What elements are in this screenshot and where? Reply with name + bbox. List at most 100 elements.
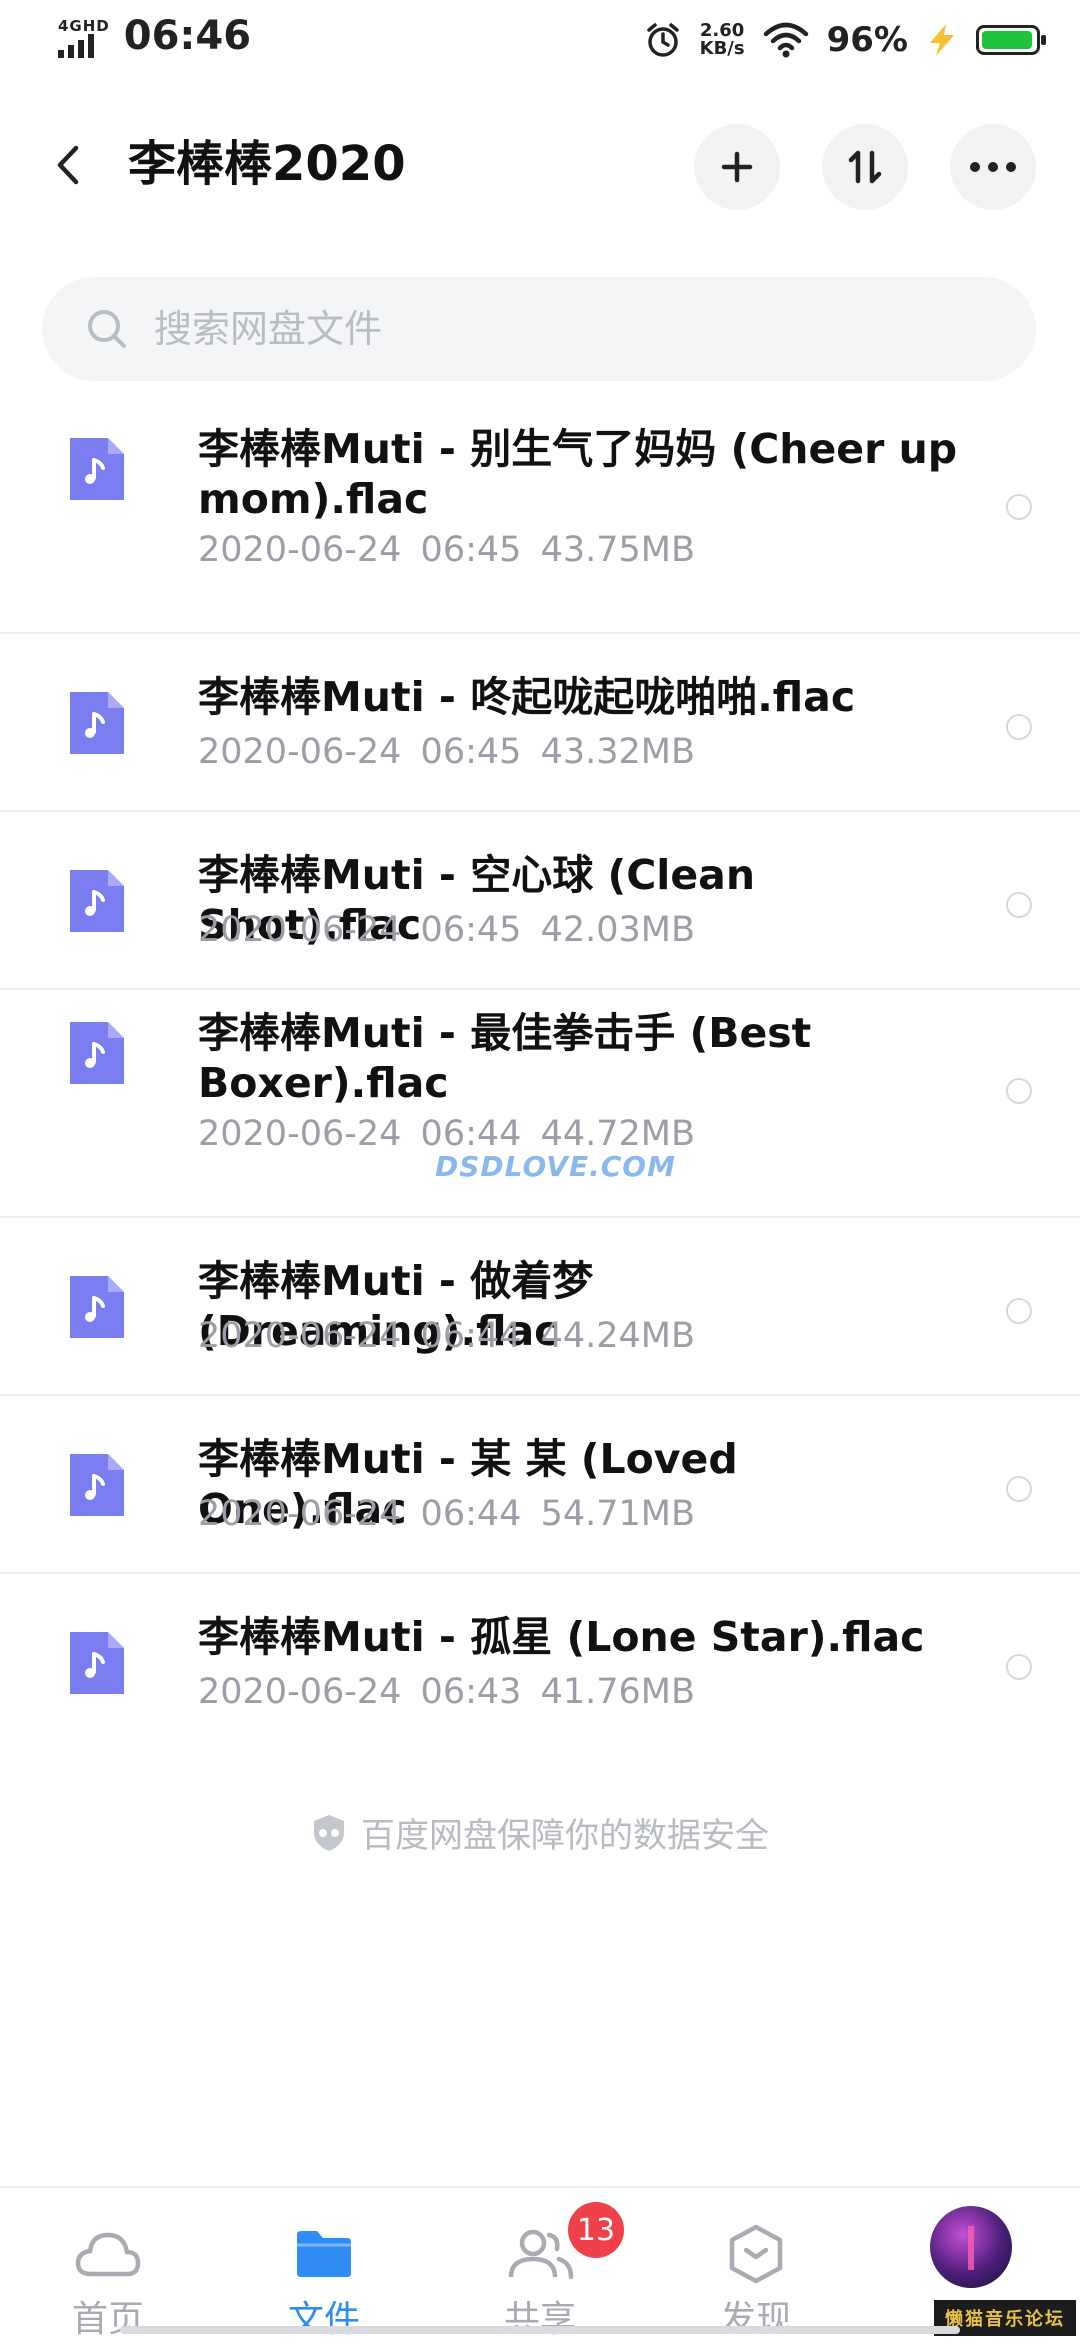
music-file-icon <box>70 692 124 754</box>
add-icon <box>721 151 753 183</box>
file-time: 06:45 <box>420 530 522 570</box>
search-icon <box>88 310 126 348</box>
file-name: 李棒棒Muti - 最佳拳击手 (Best Boxer).flac <box>198 1009 812 1107</box>
file-row[interactable]: 李棒棒Muti - 别生气了妈妈 (Cheer up mom).flac 202… <box>0 406 1080 634</box>
file-meta: 2020-06-24 06:44 54.71MB <box>198 1492 695 1536</box>
sort-button[interactable] <box>822 124 908 210</box>
home-indicator[interactable] <box>120 2326 960 2334</box>
file-time: 06:44 <box>420 1494 522 1534</box>
tab-discover[interactable]: 发现 <box>656 2188 856 2342</box>
tab-home-label: 首页 <box>71 2299 144 2340</box>
file-meta: 2020-06-24 06:45 43.75MB <box>198 528 695 572</box>
file-time: 06:43 <box>420 1672 522 1712</box>
file-time: 06:45 <box>420 732 522 772</box>
tab-share-icon-wrap <box>505 2222 575 2286</box>
discover-icon <box>729 2224 783 2284</box>
file-size: 44.72MB <box>540 1114 695 1154</box>
music-file-icon <box>70 1454 124 1516</box>
file-list: 李棒棒Muti - 别生气了妈妈 (Cheer up mom).flac 202… <box>0 406 1080 1752</box>
file-meta: 2020-06-24 06:45 43.32MB <box>198 730 695 774</box>
signal-indicator: 4GHD <box>58 18 110 58</box>
more-icon <box>970 162 1016 172</box>
music-file-icon <box>70 438 124 500</box>
avatar[interactable] <box>930 2206 1012 2288</box>
file-time: 06:44 <box>420 1316 522 1356</box>
file-date: 2020-06-24 <box>198 1316 402 1356</box>
file-row[interactable]: 李棒棒Muti - 做着梦 (Dreaming).flac 2020-06-24… <box>0 1218 1080 1396</box>
music-file-icon <box>70 870 124 932</box>
file-time: 06:44 <box>420 1114 522 1154</box>
file-size: 54.71MB <box>540 1494 695 1534</box>
shield-icon <box>314 1814 344 1851</box>
chevron-left-icon <box>57 145 79 185</box>
select-checkbox[interactable] <box>1006 1476 1032 1502</box>
music-file-icon <box>70 1632 124 1694</box>
file-meta: 2020-06-24 06:43 41.76MB <box>198 1670 695 1714</box>
security-note-text: 百度网盘保障你的数据安全 <box>361 1816 769 1856</box>
network-type-label: 4GHD <box>58 17 110 35</box>
select-checkbox[interactable] <box>1006 1654 1032 1680</box>
file-date: 2020-06-24 <box>198 1672 402 1712</box>
file-size: 44.24MB <box>540 1316 695 1356</box>
signal-icon <box>58 34 94 58</box>
network-speed-unit: KB/s <box>699 38 745 59</box>
select-checkbox[interactable] <box>1006 1298 1032 1324</box>
file-date: 2020-06-24 <box>198 910 402 950</box>
file-date: 2020-06-24 <box>198 732 402 772</box>
status-left: 4GHD 06:46 <box>58 14 251 58</box>
watermark-text: DSDLOVE.COM <box>435 1150 676 1183</box>
notification-badge: 13 <box>568 2202 624 2258</box>
file-size: 43.75MB <box>540 530 695 570</box>
tab-discover-label: 发现 <box>719 2299 792 2340</box>
file-size: 42.03MB <box>540 910 695 950</box>
network-speed: 2.60 KB/s <box>700 22 745 58</box>
status-right: 2.60 KB/s 96% <box>644 20 1046 60</box>
file-row[interactable]: 李棒棒Muti - 孤星 (Lone Star).flac 2020-06-24… <box>0 1574 1080 1752</box>
file-row[interactable]: 李棒棒Muti - 最佳拳击手 (Best Boxer).flac 2020-0… <box>0 990 1080 1218</box>
file-row[interactable]: 李棒棒Muti - 某 某 (Loved One).flac 2020-06-2… <box>0 1396 1080 1574</box>
tab-home-icon-wrap <box>75 2222 141 2286</box>
music-file-icon <box>70 1022 124 1084</box>
file-size: 41.76MB <box>540 1672 695 1712</box>
select-checkbox[interactable] <box>1006 494 1032 520</box>
back-button[interactable] <box>50 140 90 190</box>
file-row[interactable]: 李棒棒Muti - 空心球 (Clean Shot).flac 2020-06-… <box>0 812 1080 990</box>
file-date: 2020-06-24 <box>198 1114 402 1154</box>
tab-files-label: 文件 <box>287 2299 360 2340</box>
tab-discover-icon-wrap <box>728 2222 784 2286</box>
tab-files[interactable]: 文件 <box>224 2188 424 2342</box>
file-date: 2020-06-24 <box>198 1494 402 1534</box>
file-name: 李棒棒Muti - 孤星 (Lone Star).flac <box>198 1613 925 1661</box>
header-bar: 李棒棒2020 <box>0 90 1080 240</box>
select-checkbox[interactable] <box>1006 1078 1032 1104</box>
file-row[interactable]: 李棒棒Muti - 咚起咙起咙啪啪.flac 2020-06-24 06:45 … <box>0 634 1080 812</box>
charging-icon <box>930 24 954 56</box>
file-size: 43.32MB <box>540 732 695 772</box>
status-bar: 4GHD 06:46 2.60 KB/s 96% <box>0 0 1080 90</box>
add-button[interactable] <box>694 124 780 210</box>
battery-icon <box>976 25 1046 55</box>
battery-fill <box>982 31 1032 49</box>
tab-share-label: 共享 <box>503 2299 576 2340</box>
cloud-icon <box>75 2232 141 2277</box>
people-icon <box>508 2229 574 2280</box>
clock: 06:46 <box>123 13 252 59</box>
file-name: 李棒棒Muti - 咚起咙起咙啪啪.flac <box>198 673 856 721</box>
search-bar[interactable] <box>42 277 1036 381</box>
more-button[interactable] <box>950 124 1036 210</box>
search-input[interactable] <box>152 306 956 352</box>
battery-percent: 96% <box>826 20 908 60</box>
folder-icon <box>297 2231 351 2277</box>
alarm-icon <box>646 23 679 57</box>
tab-home[interactable]: 首页 <box>8 2188 208 2342</box>
select-checkbox[interactable] <box>1006 892 1032 918</box>
file-meta: 2020-06-24 06:44 44.24MB <box>198 1314 695 1358</box>
tab-files-icon-wrap <box>295 2222 353 2286</box>
page-title: 李棒棒2020 <box>128 136 406 192</box>
select-checkbox[interactable] <box>1006 714 1032 740</box>
music-file-icon <box>70 1276 124 1338</box>
file-name: 李棒棒Muti - 别生气了妈妈 (Cheer up mom).flac <box>198 425 958 523</box>
file-date: 2020-06-24 <box>198 530 402 570</box>
bottom-tab-bar: 首页 文件 共享 13 发现 <box>0 2186 1080 2342</box>
file-time: 06:45 <box>420 910 522 950</box>
